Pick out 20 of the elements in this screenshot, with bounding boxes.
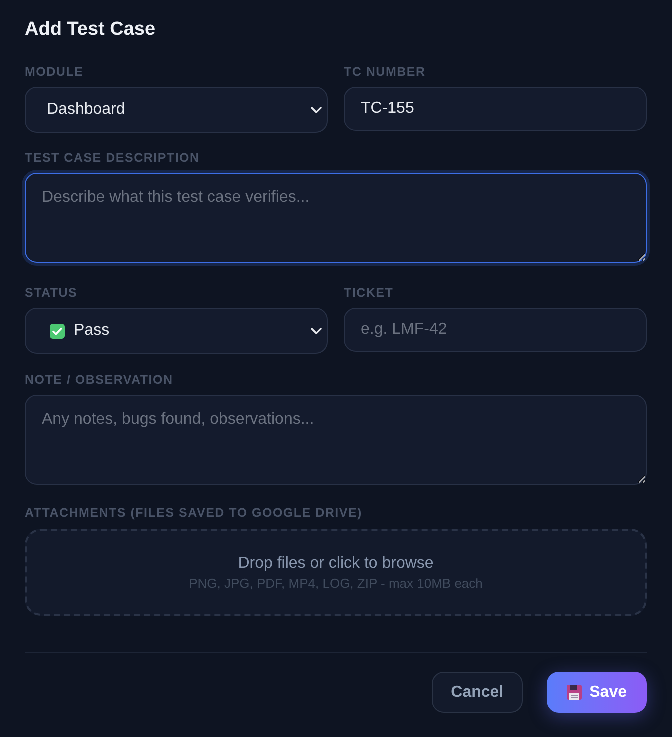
field-label: TEST CASE DESCRIPTION — [25, 150, 201, 166]
field-label: ATTACHMENTS (FILES SAVED TO GOOGLE DRIVE) — [25, 505, 364, 521]
check-icon — [50, 324, 65, 338]
text-area[interactable]: Describe what this test case verifies... — [25, 173, 647, 263]
save-button[interactable]: Save — [546, 672, 647, 713]
caret-icon — [311, 328, 322, 334]
form-title: Add Test Case — [25, 18, 157, 42]
field-label: TICKET — [344, 285, 395, 301]
text-field[interactable]: e.g. LMF-42 — [344, 308, 647, 352]
field-label: MODULE — [25, 64, 85, 80]
field-label: TC NUMBER — [344, 64, 427, 80]
dropzone-prompt: Drop files or click to browse — [238, 554, 434, 574]
text-field[interactable]: TC-155 — [344, 87, 647, 131]
field-label: STATUS — [25, 285, 79, 301]
dropdown-select[interactable]: Pass — [25, 308, 328, 354]
dropdown-select[interactable]: Dashboard — [25, 87, 328, 133]
text-area[interactable]: Any notes, bugs found, observations... — [25, 395, 647, 485]
cancel-button[interactable]: Cancel — [432, 672, 523, 713]
field-label: NOTE / OBSERVATION — [25, 372, 174, 388]
caret-icon — [311, 106, 322, 114]
